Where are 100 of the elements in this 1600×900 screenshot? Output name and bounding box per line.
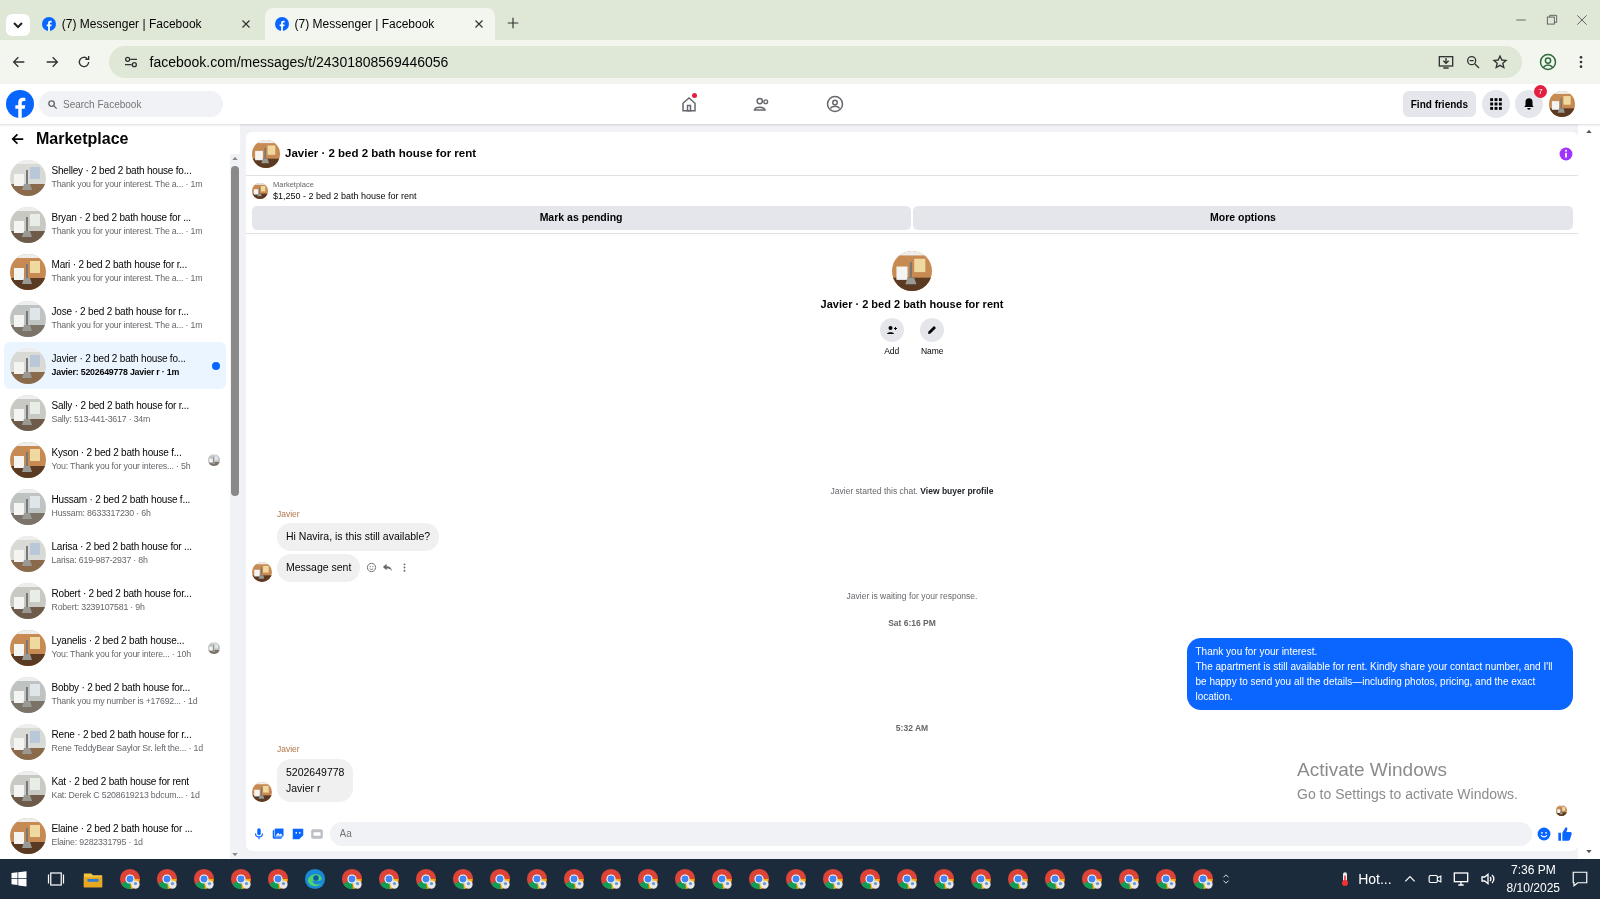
emoji-icon[interactable] <box>1537 826 1551 841</box>
conversation-item[interactable]: Lyanelis · 2 bed 2 bath house... You: Thank you for your intere... · 10h <box>4 624 226 671</box>
volume-icon[interactable] <box>1479 871 1496 887</box>
profile-action-button[interactable] <box>879 318 904 342</box>
chrome-browser-icon[interactable] <box>377 868 400 890</box>
chrome-browser-icon[interactable] <box>562 868 585 890</box>
chrome-browser-icon[interactable] <box>1006 868 1029 890</box>
windows-start-icon[interactable] <box>9 870 28 888</box>
back-icon[interactable] <box>11 132 25 146</box>
close-icon[interactable] <box>473 18 485 30</box>
browser-tab[interactable]: (7) Messenger | Facebook <box>265 8 495 40</box>
menu-button[interactable] <box>1481 90 1510 118</box>
browser-tab[interactable]: (7) Messenger | Facebook <box>32 8 263 40</box>
chrome-browser-icon[interactable] <box>1191 868 1214 890</box>
facebook-icon <box>42 17 57 31</box>
chrome-browser-icon[interactable] <box>1080 868 1103 890</box>
timestamp: Sat 6:16 PM <box>888 617 936 628</box>
facebook-logo[interactable] <box>5 90 34 118</box>
scroll-up-icon <box>231 154 239 162</box>
task-view-icon[interactable] <box>46 870 65 888</box>
sticker-icon[interactable] <box>290 826 305 841</box>
weather-widget[interactable]: Hot... <box>1336 868 1392 890</box>
search-field[interactable]: Search Facebook <box>39 91 223 117</box>
action-button[interactable]: Mark as pending <box>251 206 911 231</box>
zoom-icon[interactable] <box>1465 54 1481 70</box>
thumbs-up-icon[interactable] <box>1556 825 1573 842</box>
conversation-item[interactable]: Kat · 2 bed 2 bath house for rent Kat: Derek C 5208619213 bdcum... · 1d <box>4 765 226 812</box>
chrome-browser-icon[interactable] <box>1043 868 1066 890</box>
chrome-browser-icon[interactable] <box>155 868 178 890</box>
action-button[interactable]: More options <box>913 206 1573 231</box>
conversation-item[interactable]: Sally · 2 bed 2 bath house for r... Sally: 513-441-3617 · 34m <box>4 389 226 436</box>
conversation-item[interactable]: Elaine · 2 bed 2 bath house for ... Elaine: 9282331795 · 1d <box>4 812 226 859</box>
notification-icon[interactable] <box>1571 870 1589 888</box>
chrome-browser-icon[interactable] <box>932 868 955 890</box>
camera-icon[interactable] <box>1427 872 1442 886</box>
reload-icon[interactable] <box>76 54 92 70</box>
chrome-browser-icon[interactable] <box>636 868 659 890</box>
chrome-browser-icon[interactable] <box>969 868 992 890</box>
chrome-browser-icon[interactable] <box>229 868 252 890</box>
close-icon[interactable] <box>240 18 253 30</box>
chrome-browser-icon[interactable] <box>599 868 622 890</box>
home-icon[interactable] <box>679 95 698 113</box>
conversation-item[interactable]: Jose · 2 bed 2 bath house for r... Thank you for your interest. The a... · 1m <box>4 295 226 342</box>
grid-icon <box>1488 97 1503 111</box>
install-icon[interactable] <box>1438 54 1454 70</box>
facebook-icon <box>275 17 289 31</box>
chrome-browser-icon[interactable] <box>747 868 770 890</box>
chrome-browser-icon[interactable] <box>118 868 141 890</box>
chrome-browser-icon[interactable] <box>451 868 474 890</box>
chrome-browser-icon[interactable] <box>525 868 548 890</box>
conversation-item[interactable]: Robert · 2 bed 2 bath house for... Robert: 3239107581 · 9h <box>4 577 226 624</box>
network-icon[interactable] <box>1452 871 1469 887</box>
chrome-browser-icon[interactable] <box>1154 868 1177 890</box>
message-field[interactable]: Aa <box>329 821 1532 846</box>
chrome-browser-icon[interactable] <box>673 868 696 890</box>
conversation-item[interactable]: Bryan · 2 bed 2 bath house for ... Thank you for your interest. The a... · 1m <box>4 201 226 248</box>
chrome-browser-icon[interactable] <box>1117 868 1140 890</box>
edge-browser-icon[interactable] <box>303 868 326 890</box>
profile-icon[interactable] <box>1538 53 1557 71</box>
chrome-browser-icon[interactable] <box>784 868 807 890</box>
scrollbar[interactable] <box>230 154 240 859</box>
clock[interactable]: 7:36 PM 8/10/2025 <box>1506 861 1560 897</box>
conversation-item[interactable]: Bobby · 2 bed 2 bath house for... Thank you my number is +17692... · 1d <box>4 671 226 718</box>
message-bubble: Hi Navira, is this still available? <box>277 523 440 551</box>
conversation-item[interactable]: Larisa · 2 bed 2 bath house for ... Larisa: 619-987-2937 · 8h <box>4 530 226 577</box>
conversation-item[interactable]: Javier · 2 bed 2 bath house fo... Javier: 5202649778 Javier r · 1m <box>4 342 226 389</box>
notifications-button[interactable] <box>1515 90 1543 118</box>
chrome-browser-icon[interactable] <box>192 868 215 890</box>
buyer-profile-link[interactable]: View buyer profile <box>920 485 994 496</box>
image-icon[interactable] <box>271 826 285 841</box>
chrome-browser-icon[interactable] <box>710 868 733 890</box>
chat-title: Javier · 2 bed 2 bath house for rent <box>285 145 477 161</box>
profile-action-button[interactable] <box>920 318 945 342</box>
chrome-browser-icon[interactable] <box>340 868 363 890</box>
chrome-browser-icon[interactable] <box>488 868 511 890</box>
tab-list-icon[interactable] <box>5 12 30 36</box>
conversation-item[interactable]: Kyson · 2 bed 2 bath house f... You: Thank you for your interes... · 5h <box>4 436 226 483</box>
star-icon[interactable] <box>1492 54 1508 70</box>
conversation-item[interactable]: Rene · 2 bed 2 bath house for r... Rene TeddyBear Saylor Sr. left the... · 1d <box>4 718 226 765</box>
info-icon[interactable] <box>1558 146 1573 161</box>
address-bar[interactable]: facebook.com/messages/t/24301808569446056 <box>108 46 1522 78</box>
friends-icon[interactable] <box>752 95 771 113</box>
conversation-item[interactable]: Hussam · 2 bed 2 bath house f... Hussam: 8633317230 · 6h <box>4 483 226 530</box>
chrome-browser-icon[interactable] <box>414 868 437 890</box>
restore-icon[interactable] <box>1544 13 1559 27</box>
chrome-browser-icon[interactable] <box>821 868 844 890</box>
chrome-browser-icon[interactable] <box>895 868 918 890</box>
groups-icon[interactable] <box>825 95 844 113</box>
conversation-item[interactable]: Shelley · 2 bed 2 bath house fo... Thank you for your interest. The a... · 1m <box>4 154 226 201</box>
system-notice: Javier is waiting for your response. <box>845 589 979 603</box>
conversation-item[interactable]: Mari · 2 bed 2 bath house for r... Thank you for your interest. The a... · 1m <box>4 248 226 295</box>
back-icon[interactable] <box>11 54 27 70</box>
emoji-icon[interactable] <box>365 562 377 574</box>
reply-icon[interactable] <box>382 562 394 574</box>
scrollbar[interactable] <box>1578 124 1600 859</box>
bell-icon <box>1522 97 1536 111</box>
chrome-browser-icon[interactable] <box>266 868 289 890</box>
chrome-browser-icon[interactable] <box>858 868 881 890</box>
new-tab-icon[interactable] <box>505 16 520 30</box>
find-friends-button[interactable]: Find friends <box>1402 91 1476 117</box>
